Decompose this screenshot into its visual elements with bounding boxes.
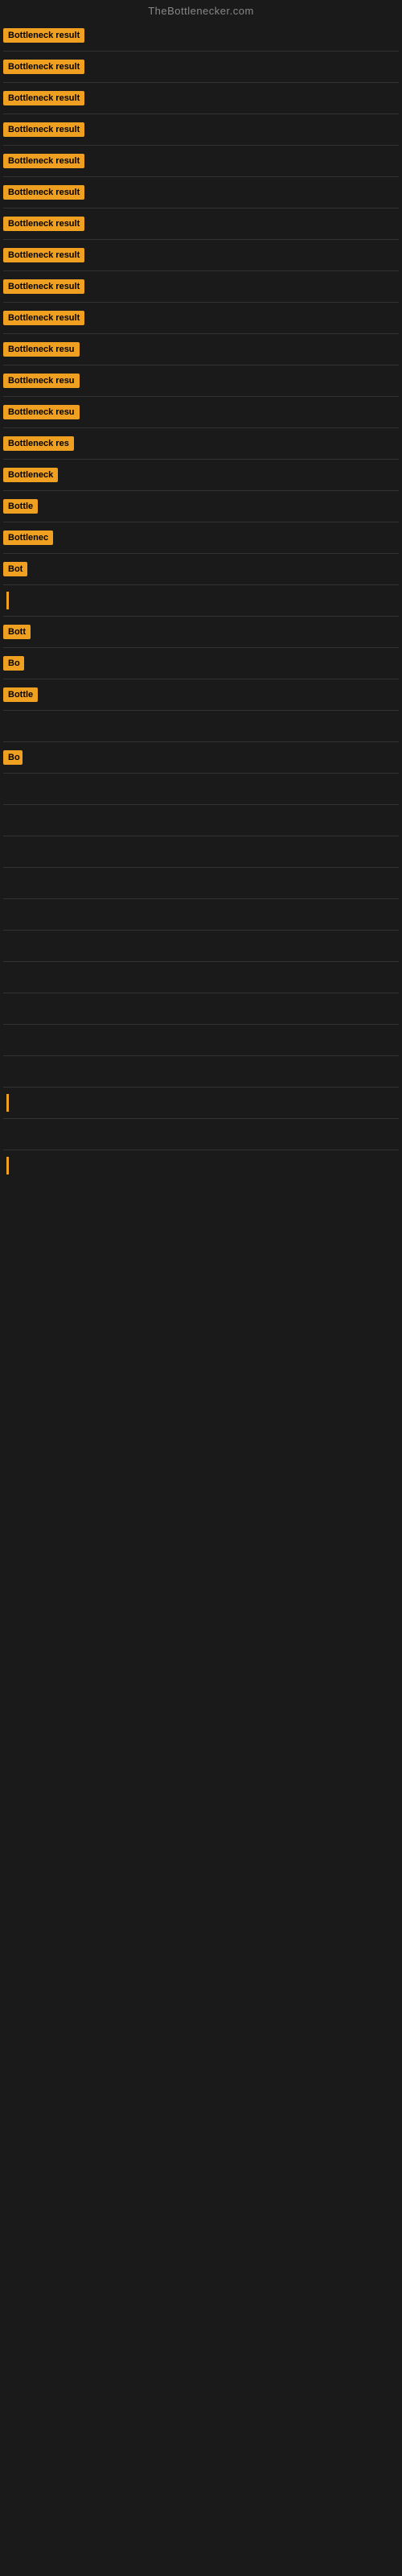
bottleneck-badge: Bottleneck result [3,311,84,325]
bottleneck-badge: Bottleneck result [3,28,84,43]
bottleneck-badge: Bottleneck result [3,248,84,262]
bottleneck-badge: Bottleneck resu [3,405,80,419]
list-item [0,1025,402,1055]
list-item: Bott [0,617,402,647]
bottleneck-badge: Bottleneck result [3,91,84,105]
bottleneck-badge: Bot [3,562,27,576]
progress-bar [6,1094,9,1112]
list-item: Bottleneck result [0,52,402,82]
progress-bar [6,592,9,609]
list-item [0,774,402,804]
list-item: Bottleneck [0,460,402,490]
bottleneck-badge: Bottleneck resu [3,342,80,357]
list-item [0,1150,402,1181]
list-item: Bottleneck result [0,20,402,51]
bottleneck-badge: Bottleneck result [3,279,84,294]
progress-bar [6,1157,9,1174]
list-item: Bottleneck result [0,303,402,333]
list-item: Bottleneck result [0,146,402,176]
list-item: Bottleneck resu [0,397,402,427]
list-item: Bottle [0,491,402,522]
list-item: Bo [0,742,402,773]
site-title: TheBottlenecker.com [0,0,402,20]
list-item [0,931,402,961]
bottleneck-badge: Bo [3,656,24,671]
bottleneck-badge: Bo [3,750,23,765]
list-item: Bottleneck resu [0,334,402,365]
list-item [0,585,402,616]
list-item: Bottleneck result [0,240,402,270]
bottleneck-badge: Bottlenec [3,530,53,545]
list-item: Bottleneck result [0,271,402,302]
list-item: Bottle [0,679,402,710]
bottleneck-badge: Bottleneck result [3,154,84,168]
bottleneck-badge: Bottle [3,687,38,702]
bottleneck-badge: Bottleneck result [3,217,84,231]
bottleneck-badge: Bottleneck result [3,60,84,74]
list-item: Bottlenec [0,522,402,553]
list-item: Bottleneck res [0,428,402,459]
bottleneck-badge: Bottle [3,499,38,514]
bottleneck-badge: Bottleneck resu [3,374,80,388]
list-item [0,1056,402,1087]
list-item: Bot [0,554,402,584]
list-item: Bottleneck result [0,114,402,145]
list-item [0,711,402,741]
bottleneck-badge: Bottleneck result [3,185,84,200]
list-item: Bottleneck resu [0,365,402,396]
bottleneck-badge: Bottleneck res [3,436,74,451]
list-item: Bo [0,648,402,679]
list-item [0,993,402,1024]
list-item: Bottleneck result [0,208,402,239]
bottleneck-badge: Bottleneck result [3,122,84,137]
list-item [0,899,402,930]
bottleneck-badge: Bott [3,625,31,639]
list-item [0,805,402,836]
list-item [0,1119,402,1150]
list-item [0,962,402,993]
bottleneck-badge: Bottleneck [3,468,58,482]
list-item: Bottleneck result [0,177,402,208]
list-item [0,1088,402,1118]
list-item: Bottleneck result [0,83,402,114]
list-item [0,868,402,898]
list-item [0,836,402,867]
